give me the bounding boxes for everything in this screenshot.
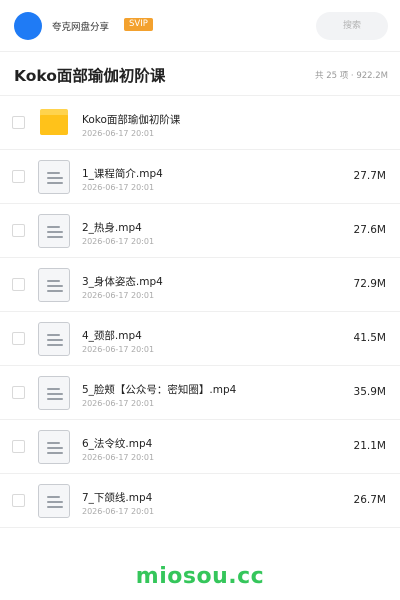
file-size: 35.9M <box>353 386 386 398</box>
file-name: 6_法令纹.mp4 <box>82 438 153 450</box>
file-date: 2026-06-17 20:01 <box>82 453 155 462</box>
item-summary: 共 25 项 · 922.2M <box>315 71 388 81</box>
file-size: 21.1M <box>353 440 386 452</box>
avatar[interactable] <box>14 12 42 40</box>
file-date: 2026-06-17 20:01 <box>82 183 155 192</box>
list-item[interactable]: 4_颈部.mp4 2026-06-17 20:01 41.5M <box>0 312 400 366</box>
list-item[interactable]: 6_法令纹.mp4 2026-06-17 20:01 21.1M <box>0 420 400 474</box>
file-icon <box>38 214 70 248</box>
header: 夸克网盘分享 SVIP 搜索 <box>0 0 400 52</box>
row-checkbox[interactable] <box>12 170 25 183</box>
file-icon <box>38 430 70 464</box>
file-icon <box>38 322 70 356</box>
file-icon <box>38 376 70 410</box>
list-item[interactable]: 2_热身.mp4 2026-06-17 20:01 27.6M <box>0 204 400 258</box>
file-date: 2026-06-17 20:01 <box>82 129 155 138</box>
title-bar: Koko面部瑜伽初阶课 共 25 项 · 922.2M <box>0 52 400 96</box>
watermark: miosou.cc <box>135 564 265 589</box>
file-date: 2026-06-17 20:01 <box>82 345 155 354</box>
list-item[interactable]: Koko面部瑜伽初阶课 2026-06-17 20:01 <box>0 96 400 150</box>
file-date: 2026-06-17 20:01 <box>82 291 155 300</box>
list-item[interactable]: 1_课程简介.mp4 2026-06-17 20:01 27.7M <box>0 150 400 204</box>
row-checkbox[interactable] <box>12 494 25 507</box>
file-size: 27.7M <box>353 170 386 182</box>
list-item[interactable]: 7_下颌线.mp4 2026-06-17 20:01 26.7M <box>0 474 400 528</box>
file-name: 4_颈部.mp4 <box>82 330 142 342</box>
file-date: 2026-06-17 20:01 <box>82 237 155 246</box>
file-name: 3_身体姿态.mp4 <box>82 276 163 288</box>
file-icon <box>38 484 70 518</box>
file-date: 2026-06-17 20:01 <box>82 507 155 516</box>
row-checkbox[interactable] <box>12 278 25 291</box>
file-name: 7_下颌线.mp4 <box>82 492 153 504</box>
row-checkbox[interactable] <box>12 386 25 399</box>
row-checkbox[interactable] <box>12 116 25 129</box>
file-icon <box>38 160 70 194</box>
search-input[interactable]: 搜索 <box>316 12 388 40</box>
file-size: 41.5M <box>353 332 386 344</box>
list-item[interactable]: 3_身体姿态.mp4 2026-06-17 20:01 72.9M <box>0 258 400 312</box>
file-name: 1_课程简介.mp4 <box>82 168 163 180</box>
page-title: Koko面部瑜伽初阶课 <box>14 67 166 85</box>
file-list: Koko面部瑜伽初阶课 2026-06-17 20:01 1_课程简介.mp4 … <box>0 96 400 528</box>
folder-icon <box>40 109 68 135</box>
row-checkbox[interactable] <box>12 440 25 453</box>
file-name: 2_热身.mp4 <box>82 222 142 234</box>
file-size: 72.9M <box>353 278 386 290</box>
list-item[interactable]: 5_脸颊【公众号：密知圈】.mp4 2026-06-17 20:01 35.9M <box>0 366 400 420</box>
file-icon <box>38 268 70 302</box>
file-name: Koko面部瑜伽初阶课 <box>82 114 181 126</box>
username: 夸克网盘分享 <box>52 22 110 33</box>
file-size: 26.7M <box>353 494 386 506</box>
row-checkbox[interactable] <box>12 332 25 345</box>
file-size: 27.6M <box>353 224 386 236</box>
svip-badge: SVIP <box>124 18 153 31</box>
file-name: 5_脸颊【公众号：密知圈】.mp4 <box>82 384 237 396</box>
row-checkbox[interactable] <box>12 224 25 237</box>
file-date: 2026-06-17 20:01 <box>82 399 155 408</box>
